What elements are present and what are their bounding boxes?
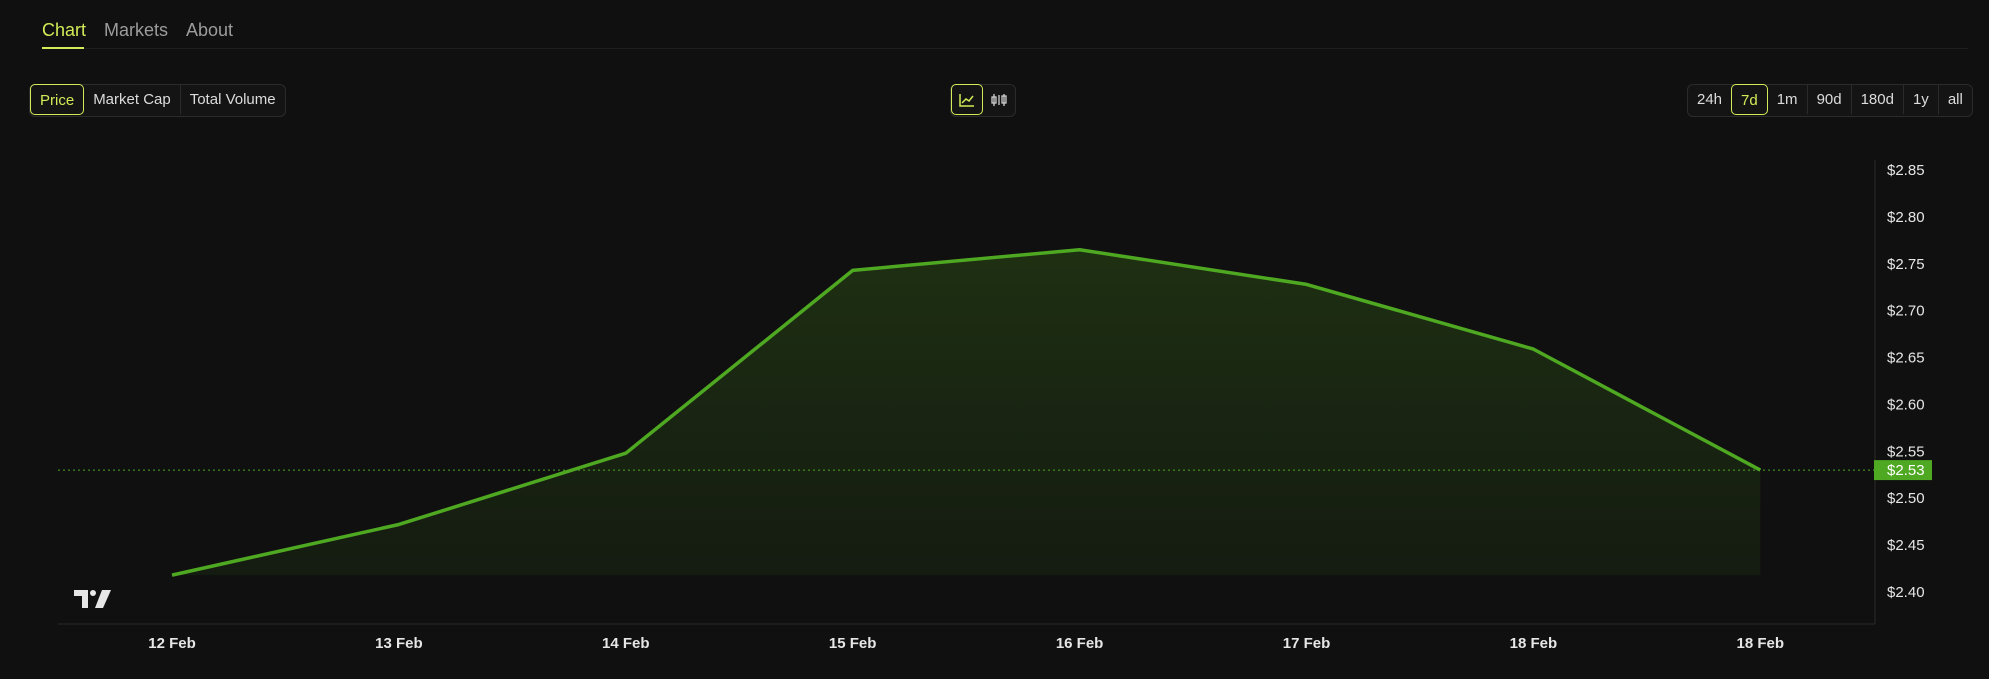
total-volume-button[interactable]: Total Volume (179, 85, 285, 114)
x-tick-label: 17 Feb (1283, 635, 1331, 652)
tab-markets[interactable]: Markets (104, 20, 168, 41)
active-tab-indicator (42, 47, 84, 49)
x-tick-label: 12 Feb (148, 635, 196, 652)
candlestick-chart-button[interactable] (983, 85, 1015, 114)
y-tick-label: $2.70 (1887, 303, 1925, 320)
x-tick-label: 18 Feb (1510, 635, 1558, 652)
y-tick-label: $2.40 (1887, 584, 1925, 601)
x-tick-label: 13 Feb (375, 635, 423, 652)
range-90d-button[interactable]: 90d (1806, 85, 1851, 114)
range-1y-button[interactable]: 1y (1902, 85, 1938, 114)
range-180d-button[interactable]: 180d (1850, 85, 1903, 114)
y-tick-label: $2.75 (1887, 256, 1925, 273)
range-1m-button[interactable]: 1m (1768, 85, 1807, 114)
y-tick-label: $2.55 (1887, 443, 1925, 460)
x-tick-label: 16 Feb (1056, 635, 1104, 652)
tradingview-logo (74, 590, 111, 608)
y-tick-label: $2.80 (1887, 209, 1925, 226)
y-tick-label: $2.60 (1887, 396, 1925, 413)
line-chart-icon (959, 93, 974, 107)
y-tick-label: $2.65 (1887, 350, 1925, 367)
current-price-label: $2.53 (1887, 462, 1925, 479)
range-24h-button[interactable]: 24h (1688, 85, 1731, 114)
tab-chart[interactable]: Chart (42, 20, 86, 41)
candlestick-icon (991, 93, 1007, 106)
x-tick-label: 18 Feb (1737, 635, 1785, 652)
price-chart[interactable]: $2.85 $2.80 $2.75 $2.70 $2.65 $2.60 $2.55 $2.50… (0, 150, 1989, 679)
x-tick-label: 14 Feb (602, 635, 650, 652)
range-button-group: 24h 7d 1m 90d 180d 1y all (1687, 84, 1973, 117)
market-cap-button[interactable]: Market Cap (84, 85, 180, 114)
price-area (172, 249, 1761, 576)
range-all-button[interactable]: all (1937, 85, 1972, 114)
top-tabs: Chart Markets About (42, 0, 1968, 49)
chart-view-group (950, 84, 1016, 117)
x-tick-label: 15 Feb (829, 635, 877, 652)
y-tick-label: $2.50 (1887, 490, 1925, 507)
price-button[interactable]: Price (30, 84, 85, 115)
metric-button-group: Price Market Cap Total Volume (29, 84, 286, 117)
range-7d-button[interactable]: 7d (1731, 84, 1768, 115)
tab-about[interactable]: About (186, 20, 233, 41)
y-tick-label: $2.85 (1887, 162, 1925, 179)
line-chart-button[interactable] (951, 84, 983, 115)
plot-layer (58, 247, 1874, 577)
y-tick-label: $2.45 (1887, 537, 1925, 554)
